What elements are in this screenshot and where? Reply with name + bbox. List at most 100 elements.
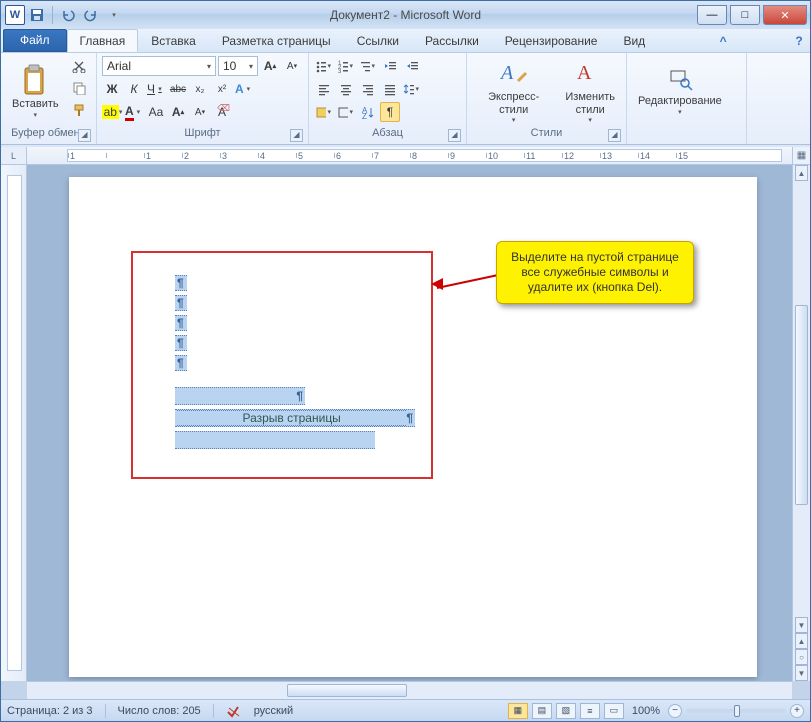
horizontal-ruler[interactable]: 1123456789101112131415 bbox=[27, 147, 792, 165]
view-web-icon[interactable]: ▧ bbox=[556, 703, 576, 719]
format-painter-icon[interactable] bbox=[69, 100, 89, 120]
dialog-launcher-font[interactable]: ◢ bbox=[290, 129, 303, 142]
scroll-up-icon[interactable]: ▲ bbox=[795, 165, 808, 181]
font-size-combo[interactable]: 10▾ bbox=[218, 56, 258, 76]
zoom-slider-thumb[interactable] bbox=[734, 705, 740, 717]
page-break-line[interactable]: Разрыв страницы ¶ bbox=[175, 409, 415, 427]
vertical-ruler[interactable] bbox=[1, 165, 27, 681]
cut-icon[interactable] bbox=[69, 56, 89, 76]
copy-icon[interactable] bbox=[69, 78, 89, 98]
document-viewport[interactable]: ¶ ¶ ¶ ¶ ¶ ¶ Разрыв страницы ¶ Выделите н… bbox=[27, 165, 792, 681]
word-icon[interactable]: W bbox=[5, 5, 25, 25]
shrink-font-icon[interactable]: A▾ bbox=[282, 56, 302, 76]
grow-font2-icon[interactable]: A▴ bbox=[168, 102, 188, 122]
minimize-button[interactable]: — bbox=[697, 5, 727, 25]
paragraph-mark[interactable]: ¶ bbox=[175, 275, 187, 291]
group-label-font: Шрифт◢ bbox=[102, 127, 303, 143]
tab-home[interactable]: Главная bbox=[67, 29, 139, 52]
proofing-icon[interactable] bbox=[226, 704, 242, 718]
group-paragraph: ▾ 123▾ ▾ ▾ ▾ ▾ AZ ¶ bbox=[309, 53, 467, 144]
view-outline-icon[interactable]: ≡ bbox=[580, 703, 600, 719]
paste-button[interactable]: Вставить ▾ bbox=[6, 56, 65, 127]
status-language[interactable]: русский bbox=[254, 705, 293, 717]
clipboard-icon bbox=[21, 64, 49, 96]
change-styles-button[interactable]: A Изменить стили▾ bbox=[559, 56, 621, 127]
zoom-in-button[interactable]: + bbox=[790, 704, 804, 718]
align-right-icon[interactable] bbox=[358, 79, 378, 99]
clear-formatting-icon[interactable]: A⌫ bbox=[212, 102, 232, 122]
superscript-button[interactable]: x² bbox=[212, 79, 232, 99]
subscript-button[interactable]: x₂ bbox=[190, 79, 210, 99]
scroll-thumb[interactable] bbox=[795, 305, 808, 505]
next-page-icon[interactable]: ▼ bbox=[795, 665, 808, 681]
page[interactable]: ¶ ¶ ¶ ¶ ¶ ¶ Разрыв страницы ¶ Выделите н… bbox=[69, 177, 757, 677]
view-print-layout-icon[interactable]: ▦ bbox=[508, 703, 528, 719]
tab-page-layout[interactable]: Разметка страницы bbox=[209, 29, 344, 52]
prev-page-icon[interactable]: ▲ bbox=[795, 633, 808, 649]
borders-icon[interactable]: ▾ bbox=[336, 102, 356, 122]
dialog-launcher-paragraph[interactable]: ◢ bbox=[448, 129, 461, 142]
text-highlight-icon[interactable]: ab▾ bbox=[102, 102, 122, 122]
ribbon-minimize-icon[interactable]: ^ bbox=[712, 30, 734, 52]
line-spacing-icon[interactable]: ▾ bbox=[402, 79, 422, 99]
zoom-out-button[interactable]: − bbox=[668, 704, 682, 718]
vertical-scrollbar[interactable]: ▲ ▼ ▲ ○ ▼ bbox=[792, 165, 810, 681]
scroll-down-icon[interactable]: ▼ bbox=[795, 617, 808, 633]
show-hide-pilcrow-button[interactable]: ¶ bbox=[380, 102, 400, 122]
quick-styles-button[interactable]: A Экспресс-стили▾ bbox=[472, 56, 555, 127]
sort-icon[interactable]: AZ bbox=[358, 102, 378, 122]
browse-object-icon[interactable]: ○ bbox=[795, 649, 808, 665]
bullets-icon[interactable]: ▾ bbox=[314, 56, 334, 76]
dialog-launcher-clipboard[interactable]: ◢ bbox=[78, 129, 91, 142]
shading-icon[interactable]: ▾ bbox=[314, 102, 334, 122]
numbering-icon[interactable]: 123▾ bbox=[336, 56, 356, 76]
editing-button[interactable]: Редактирование▾ bbox=[632, 56, 728, 127]
tab-mailings[interactable]: Рассылки bbox=[412, 29, 492, 52]
ruler-corner[interactable]: L bbox=[1, 147, 27, 165]
view-draft-icon[interactable]: ▭ bbox=[604, 703, 624, 719]
bold-button[interactable]: Ж bbox=[102, 79, 122, 99]
paragraph-mark[interactable]: ¶ bbox=[175, 315, 187, 331]
zoom-slider[interactable] bbox=[686, 709, 786, 713]
strikethrough-button[interactable]: abc bbox=[168, 79, 188, 99]
text-effects-icon[interactable]: A▾ bbox=[234, 79, 254, 99]
selected-line[interactable] bbox=[175, 431, 375, 449]
paragraph-mark[interactable]: ¶ bbox=[175, 335, 187, 351]
ruler-toggle-icon[interactable]: ▦ bbox=[792, 147, 810, 165]
selected-line[interactable]: ¶ bbox=[175, 387, 305, 405]
close-button[interactable]: ✕ bbox=[763, 5, 807, 25]
underline-button[interactable]: Ч▾ bbox=[146, 79, 166, 99]
tab-review[interactable]: Рецензирование bbox=[492, 29, 611, 52]
dialog-launcher-styles[interactable]: ◢ bbox=[608, 129, 621, 142]
status-page[interactable]: Страница: 2 из 3 bbox=[7, 705, 93, 717]
redo-icon[interactable] bbox=[80, 4, 102, 26]
increase-indent-icon[interactable] bbox=[402, 56, 422, 76]
justify-icon[interactable] bbox=[380, 79, 400, 99]
zoom-level[interactable]: 100% bbox=[632, 705, 660, 717]
tab-file[interactable]: Файл bbox=[3, 29, 67, 52]
paragraph-mark[interactable]: ¶ bbox=[175, 355, 187, 371]
undo-icon[interactable] bbox=[57, 4, 79, 26]
font-name-combo[interactable]: Arial▾ bbox=[102, 56, 216, 76]
hscroll-thumb[interactable] bbox=[287, 684, 407, 697]
help-icon[interactable]: ? bbox=[788, 30, 810, 52]
view-full-screen-icon[interactable]: ▤ bbox=[532, 703, 552, 719]
italic-button[interactable]: К bbox=[124, 79, 144, 99]
multilevel-list-icon[interactable]: ▾ bbox=[358, 56, 378, 76]
decrease-indent-icon[interactable] bbox=[380, 56, 400, 76]
status-word-count[interactable]: Число слов: 205 bbox=[118, 705, 201, 717]
shrink-font2-icon[interactable]: A▾ bbox=[190, 102, 210, 122]
tab-references[interactable]: Ссылки bbox=[344, 29, 412, 52]
maximize-button[interactable]: □ bbox=[730, 5, 760, 25]
qat-customize-icon[interactable]: ▾ bbox=[103, 4, 125, 26]
grow-font-icon[interactable]: A▴ bbox=[260, 56, 280, 76]
tab-insert[interactable]: Вставка bbox=[138, 29, 209, 52]
align-left-icon[interactable] bbox=[314, 79, 334, 99]
change-case-button[interactable]: Aa bbox=[146, 102, 166, 122]
align-center-icon[interactable] bbox=[336, 79, 356, 99]
horizontal-scrollbar[interactable] bbox=[27, 681, 792, 699]
font-color-icon[interactable]: A▾ bbox=[124, 102, 144, 122]
save-icon[interactable] bbox=[26, 4, 48, 26]
paragraph-mark[interactable]: ¶ bbox=[175, 295, 187, 311]
tab-view[interactable]: Вид bbox=[610, 29, 658, 52]
